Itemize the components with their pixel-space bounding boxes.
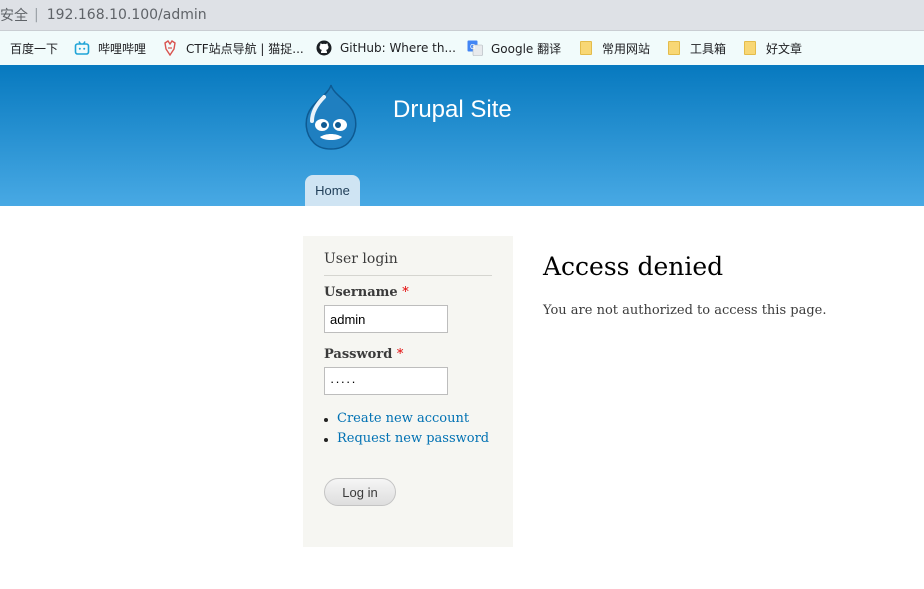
required-marker: * (402, 285, 409, 300)
required-marker: * (396, 347, 404, 362)
password-label: Password * (324, 347, 403, 362)
site-name[interactable]: Drupal Site (393, 96, 512, 124)
bookmarks-bar: 百度一下 哔哩哔哩 CTF站点导航 | 猫捉... GitHub: Where … (0, 31, 924, 65)
divider (324, 275, 492, 276)
bookmark-label: 工具箱 (690, 41, 727, 56)
bookmark-label: CTF站点导航 | 猫捉... (186, 41, 304, 56)
log-in-button[interactable]: Log in (324, 478, 396, 506)
block-title: User login (324, 251, 398, 267)
drupal-logo-icon[interactable] (300, 83, 362, 153)
bookmark-folder-toolbox[interactable]: 工具箱 (666, 39, 726, 57)
github-icon (316, 40, 332, 56)
omnibox[interactable]: 安全 | 192.168.10.100/admin (0, 0, 207, 30)
bookmark-folder-common-sites[interactable]: 常用网站 (578, 39, 650, 57)
bookmark-label: 常用网站 (602, 41, 651, 56)
security-label[interactable]: 安全 (0, 5, 28, 25)
username-label-text: Username (324, 285, 398, 300)
address-separator: | (34, 7, 39, 23)
folder-icon (666, 40, 682, 56)
page-title: Access denied (543, 252, 724, 281)
bilibili-icon (74, 40, 90, 56)
bookmark-folder-articles[interactable]: 好文章 (742, 39, 802, 57)
username-field[interactable]: admin (324, 305, 448, 333)
folder-icon (742, 40, 758, 56)
google-translate-icon: G (467, 40, 483, 56)
bookmark-ctf[interactable]: CTF站点导航 | 猫捉... (162, 39, 304, 57)
login-links: Create new account Request new password (324, 411, 489, 451)
username-label: Username * (324, 285, 409, 300)
url-text[interactable]: 192.168.10.100/admin (47, 7, 207, 23)
address-bar: 安全 | 192.168.10.100/admin (0, 0, 924, 31)
password-label-text: Password (324, 347, 393, 362)
ctf-icon (162, 40, 178, 56)
access-denied-message: You are not authorized to access this pa… (543, 303, 827, 318)
bookmark-bilibili[interactable]: 哔哩哔哩 (74, 39, 146, 57)
user-login-block: User login Username * admin Password * ·… (303, 236, 513, 547)
bookmark-github[interactable]: GitHub: Where th... (316, 39, 456, 57)
request-password-link[interactable]: Request new password (324, 431, 489, 451)
bookmark-label: 百度一下 (10, 41, 59, 56)
bookmark-baidu[interactable]: 百度一下 (10, 39, 58, 57)
bookmark-label: GitHub: Where th... (340, 41, 456, 55)
bookmark-label: 好文章 (766, 41, 803, 56)
folder-icon (578, 40, 594, 56)
tab-home[interactable]: Home (305, 175, 360, 206)
password-field[interactable]: ····· (324, 367, 448, 395)
svg-text:G: G (470, 44, 475, 51)
bookmark-label: Google 翻译 (491, 41, 562, 56)
bookmark-label: 哔哩哔哩 (98, 41, 147, 56)
bookmark-google-translate[interactable]: G Google 翻译 (467, 39, 561, 57)
site-header: Drupal Site Home (0, 65, 924, 206)
create-account-link[interactable]: Create new account (324, 411, 489, 431)
